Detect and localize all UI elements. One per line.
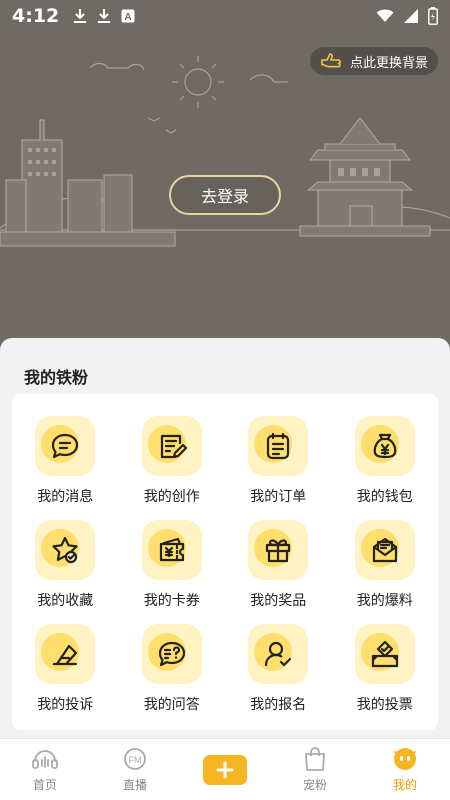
grid-item-registrations[interactable]: 我的报名 — [225, 624, 332, 714]
order-list-icon — [267, 432, 290, 460]
status-bar: 4:12 A — [0, 0, 450, 32]
grid-item-tips[interactable]: 我的爆料 — [332, 520, 439, 610]
money-bag-icon — [373, 433, 397, 459]
nav-label: 首页 — [32, 778, 57, 792]
download-icon — [98, 9, 111, 23]
profile-face-icon — [394, 748, 416, 770]
grid-item-label: 我的投票 — [356, 697, 413, 713]
grid-item-creations[interactable]: 我的创作 — [119, 416, 226, 506]
fm-radio-icon: FM — [124, 748, 146, 770]
wifi-icon — [376, 9, 394, 22]
grid-item-votes[interactable]: 我的投票 — [332, 624, 439, 714]
ballot-box-icon — [371, 640, 398, 668]
profile-hero: 4:12 A 点此更换背景 去登录 — [0, 0, 450, 350]
envelope-icon — [372, 537, 397, 563]
battery-icon — [428, 7, 438, 25]
grid-item-prizes[interactable]: 我的奖品 — [225, 520, 332, 610]
nav-item-fans[interactable]: 宠粉 — [270, 739, 360, 800]
nav-label: 直播 — [122, 778, 147, 792]
gift-icon — [266, 539, 291, 563]
grid-item-label: 我的收藏 — [37, 593, 94, 609]
grid-item-label: 我的奖品 — [250, 593, 307, 609]
grid-item-qa[interactable]: 我的问答 — [119, 624, 226, 714]
nav-label: 宠粉 — [302, 778, 327, 792]
status-time: 4:12 — [12, 5, 60, 27]
grid-item-label: 我的报名 — [250, 697, 307, 713]
grid-item-label: 我的创作 — [143, 489, 200, 505]
grid-item-wallet[interactable]: 我的钱包 — [332, 416, 439, 506]
grid-item-label: 我的订单 — [250, 489, 307, 505]
grid-item-orders[interactable]: 我的订单 — [225, 416, 332, 506]
grid-item-complaints[interactable]: 我的投诉 — [12, 624, 119, 714]
grid-item-label: 我的钱包 — [356, 489, 413, 505]
star-check-icon — [52, 536, 78, 564]
nav-item-live[interactable]: FM 直播 — [90, 739, 180, 800]
plus-icon — [216, 761, 234, 779]
feature-grid-card: 我的消息 我的创作 我的订单 我的钱包 我的收藏 我的卡券 我的奖品 我的爆料 … — [12, 394, 438, 730]
grid-item-label: 我的卡券 — [143, 593, 200, 609]
message-icon — [52, 433, 79, 459]
signal-icon — [404, 9, 418, 23]
grid-item-coupons[interactable]: 我的卡券 — [119, 520, 226, 610]
grid-item-messages[interactable]: 我的消息 — [12, 416, 119, 506]
grid-item-label: 我的爆料 — [356, 593, 413, 609]
my-fans-panel: 我的铁粉 我的消息 我的创作 我的订单 我的钱包 我的收藏 我的卡券 我的奖品 … — [0, 338, 450, 738]
grid-item-label: 我的投诉 — [37, 697, 94, 713]
feature-grid: 我的消息 我的创作 我的订单 我的钱包 我的收藏 我的卡券 我的奖品 我的爆料 … — [12, 416, 438, 714]
home-headset-icon — [32, 750, 58, 769]
app-a-icon: A — [121, 9, 135, 23]
add-button[interactable] — [203, 755, 247, 785]
nav-label: 我的 — [392, 778, 417, 792]
shopping-bag-icon — [305, 747, 325, 771]
nav-item-add[interactable] — [180, 739, 270, 800]
nav-item-mine[interactable]: 我的 — [360, 739, 450, 800]
svg-text:A: A — [125, 12, 132, 23]
user-check-icon — [265, 641, 292, 667]
grid-item-favorites[interactable]: 我的收藏 — [12, 520, 119, 610]
nav-item-home[interactable]: 首页 — [0, 739, 90, 800]
svg-text:FM: FM — [129, 755, 142, 765]
edit-note-icon — [160, 434, 187, 459]
bottom-nav: 首页 FM 直播 宠粉 我的 — [0, 738, 450, 800]
section-title: 我的铁粉 — [24, 368, 89, 387]
complaint-icon — [53, 644, 78, 666]
download-icon — [74, 9, 87, 23]
coupon-icon — [159, 537, 184, 562]
grid-item-label: 我的问答 — [143, 697, 200, 713]
question-chat-icon — [158, 641, 185, 667]
grid-item-label: 我的消息 — [37, 489, 94, 505]
login-button[interactable]: 去登录 — [169, 175, 281, 215]
